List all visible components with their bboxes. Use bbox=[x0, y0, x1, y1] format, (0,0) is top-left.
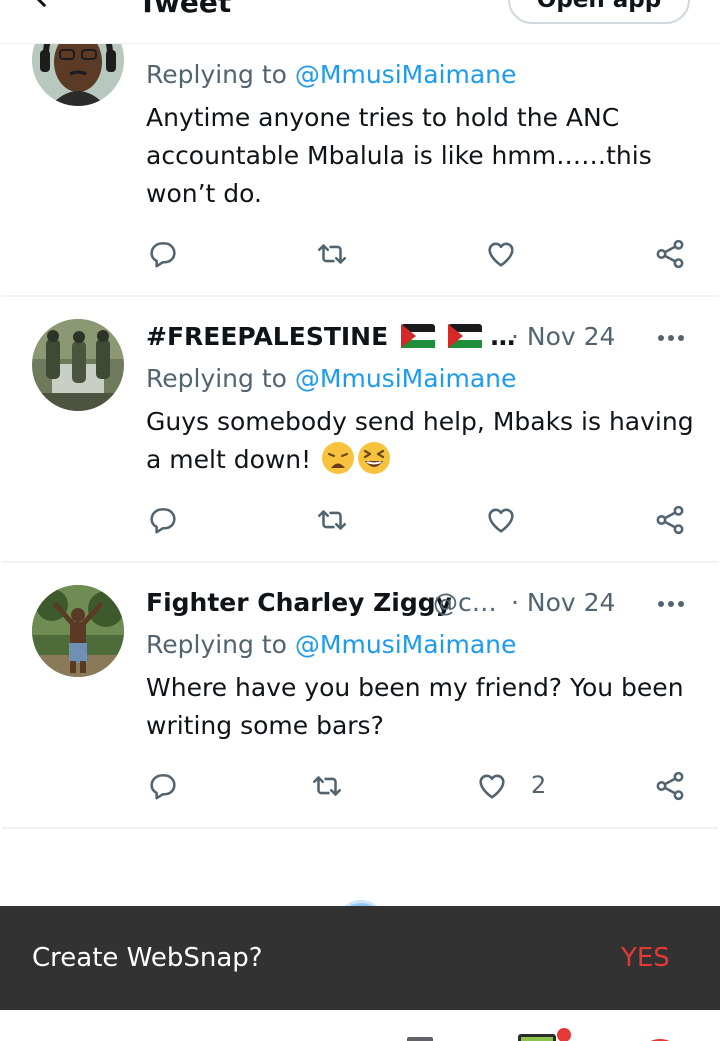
share-icon[interactable] bbox=[653, 503, 687, 537]
grinning-squinting-face-icon bbox=[358, 442, 391, 474]
palestine-flag-icon bbox=[400, 324, 435, 348]
like-icon[interactable] bbox=[484, 503, 518, 537]
replying-to-line: Replying to @MmusiMaimane bbox=[146, 60, 517, 89]
divider bbox=[2, 561, 718, 563]
like-count: 2 bbox=[531, 771, 547, 799]
retweet-icon[interactable] bbox=[315, 503, 349, 537]
tweet-date[interactable]: · Nov 24 bbox=[511, 322, 615, 351]
websnap-snackbar: Create WebSnap? YES bbox=[0, 906, 720, 1010]
retweet-icon[interactable] bbox=[315, 237, 349, 271]
tweet-actions bbox=[0, 503, 720, 543]
tweet-actions bbox=[0, 237, 720, 277]
reply-icon[interactable] bbox=[146, 769, 180, 803]
websnap-yes-button[interactable]: YES bbox=[621, 943, 670, 973]
replying-to-link[interactable]: @MmusiMaimane bbox=[295, 364, 516, 393]
tweet-text: Guys somebody send help, Mbaks is having… bbox=[146, 407, 694, 474]
share-icon[interactable] bbox=[653, 237, 687, 271]
tweet-header: Fighter Charley Ziggy @c… · Nov 24 bbox=[146, 588, 706, 622]
tweet-header: #FREEPALESTINE … · Nov 24 bbox=[146, 322, 706, 356]
like-icon[interactable] bbox=[475, 769, 509, 803]
weary-face-icon bbox=[322, 442, 355, 474]
open-app-button[interactable]: Open app bbox=[508, 0, 690, 24]
tweet-text: Where have you been my friend? You been … bbox=[146, 673, 684, 740]
bottom-navigation bbox=[0, 1010, 720, 1041]
back-arrow-icon[interactable] bbox=[28, 0, 56, 10]
divider bbox=[2, 295, 718, 297]
reply-icon[interactable] bbox=[146, 503, 180, 537]
avatar[interactable] bbox=[32, 585, 124, 677]
like-icon[interactable] bbox=[484, 237, 518, 271]
tweet-text: Anytime anyone tries to hold the ANC acc… bbox=[146, 103, 652, 208]
tabs-icon[interactable] bbox=[407, 1037, 433, 1041]
more-options-icon[interactable] bbox=[656, 594, 686, 614]
author-handle[interactable]: @c… bbox=[433, 588, 497, 617]
websnap-prompt: Create WebSnap? bbox=[32, 943, 263, 973]
palestine-flag-icon bbox=[447, 324, 482, 348]
replying-to-link[interactable]: @MmusiMaimane bbox=[295, 630, 516, 659]
page-title: Tweet bbox=[138, 0, 232, 19]
retweet-icon[interactable] bbox=[310, 769, 344, 803]
top-app-bar: Tweet Open app bbox=[0, 0, 720, 44]
divider bbox=[2, 827, 718, 829]
replying-to-line: Replying to @MmusiMaimane bbox=[146, 630, 517, 659]
replying-to-link[interactable]: @MmusiMaimane bbox=[295, 60, 516, 89]
tweet-date[interactable]: · Nov 24 bbox=[511, 588, 615, 617]
tweet-actions: 2 bbox=[0, 769, 720, 809]
share-icon[interactable] bbox=[653, 769, 687, 803]
author-name[interactable]: #FREEPALESTINE … bbox=[146, 322, 515, 351]
replying-to-line: Replying to @MmusiMaimane bbox=[146, 364, 517, 393]
author-name[interactable]: Fighter Charley Ziggy bbox=[146, 588, 452, 617]
more-options-icon[interactable] bbox=[656, 328, 686, 348]
reply-icon[interactable] bbox=[146, 237, 180, 271]
avatar[interactable] bbox=[32, 319, 124, 411]
app-icon[interactable] bbox=[516, 1028, 576, 1041]
